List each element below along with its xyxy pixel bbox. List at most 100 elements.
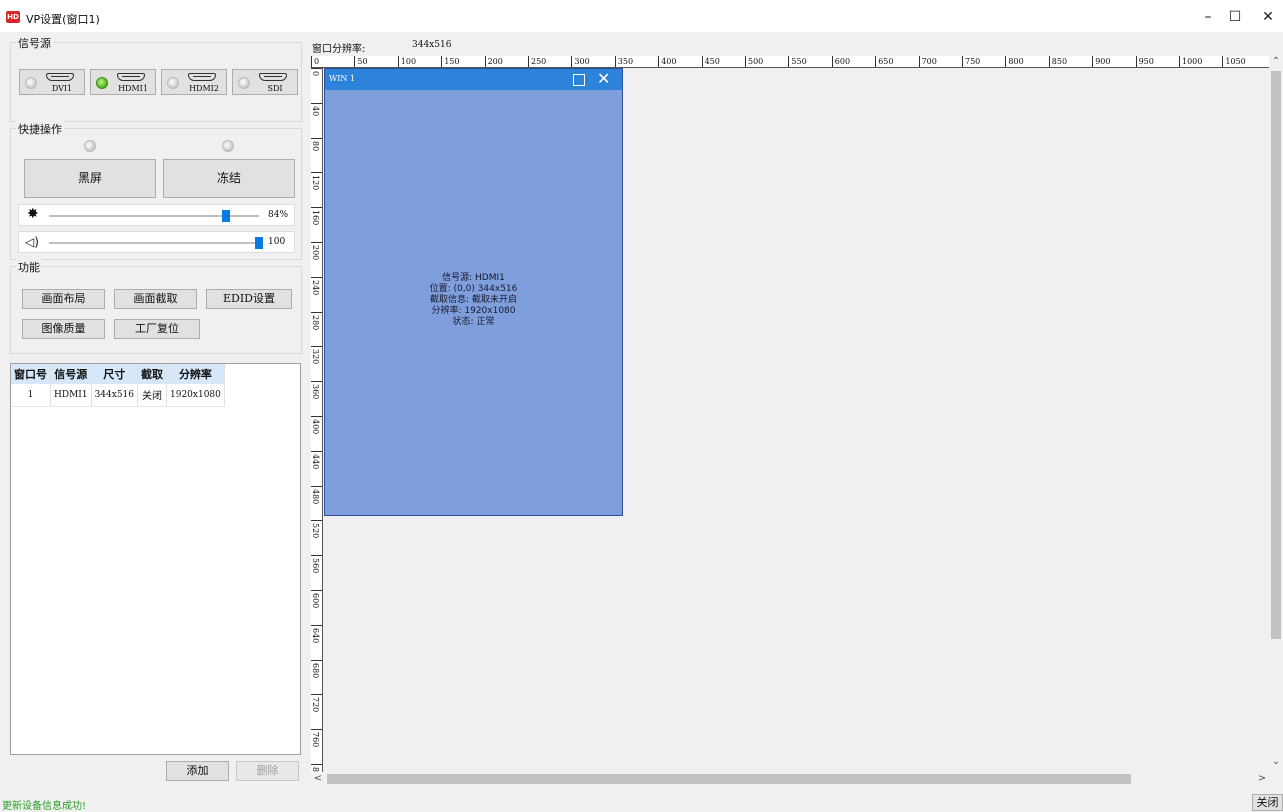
quick-group-title: 快捷操作 — [16, 121, 64, 137]
resolution-value: 344x516 — [412, 40, 452, 50]
freeze-led-icon — [222, 140, 234, 152]
connector-icon — [117, 73, 145, 81]
info-line: 位置: (0,0) 344x516 — [429, 284, 518, 294]
ruler-tick: 520 — [311, 520, 322, 554]
volume-slider[interactable] — [255, 237, 263, 249]
scroll-up-icon[interactable]: ⌃ — [1269, 56, 1283, 67]
capture-button[interactable]: 画面截取 — [114, 289, 197, 309]
column-header[interactable]: 尺寸 — [91, 364, 139, 384]
scroll-right-icon[interactable]: > — [1255, 773, 1269, 784]
window-1-info: 信号源: HDMI1 位置: (0,0) 344x516 截取信息: 截取未开启… — [325, 273, 622, 328]
window-1-titlebar[interactable]: WIN 1 ✕ — [325, 69, 622, 90]
ruler-tick: 320 — [311, 346, 322, 380]
ruler-tick: 640 — [311, 624, 322, 659]
ruler-tick: 560 — [311, 555, 322, 589]
column-header[interactable]: 窗口号 — [11, 364, 51, 384]
app-icon: HD — [6, 11, 20, 23]
add-window-button[interactable]: 添加 — [166, 761, 229, 781]
maximize-button[interactable]: ☐ — [1220, 6, 1250, 28]
ruler-tick: 720 — [311, 694, 322, 728]
black-screen-button[interactable]: 黑屏 — [24, 159, 156, 198]
close-window-button[interactable]: ✕ — [1253, 6, 1283, 28]
source-button-dvi1[interactable]: DVI1 — [19, 69, 85, 95]
freeze-button[interactable]: 冻结 — [163, 159, 295, 198]
info-line: 截取信息: 截取未开启 — [430, 295, 517, 305]
column-header[interactable]: 分辨率 — [166, 364, 225, 384]
window-1[interactable]: WIN 1 ✕ 信号源: HDMI1 位置: (0,0) 344x516 截取信… — [324, 68, 623, 516]
ruler-tick: 480 — [311, 485, 322, 520]
ruler-tick-label: 240 — [311, 279, 320, 296]
column-header[interactable]: 信号源 — [50, 364, 92, 384]
table-row[interactable]: 1 HDMI1 344x516 关闭 1920x1080 — [11, 384, 225, 407]
status-bar: 更新设备信息成功! — [0, 795, 1283, 812]
ruler-tick-label: 600 — [831, 56, 850, 67]
ruler-tick-label: 300 — [571, 56, 590, 67]
ruler-tick-label: 150 — [441, 56, 459, 67]
connector-icon — [259, 73, 287, 81]
ruler-tick-label: 350 — [614, 56, 633, 67]
speaker-icon: ◁) — [25, 235, 39, 249]
ruler-tick-label: 450 — [701, 56, 720, 67]
ruler-tick-label: 400 — [311, 419, 320, 435]
brightness-slider[interactable] — [222, 210, 230, 222]
ruler-tick-label: 900 — [1092, 56, 1110, 67]
ruler-tick-label: 680 — [311, 662, 320, 678]
function-group-title: 功能 — [16, 259, 42, 275]
ruler-tick: 160 — [311, 207, 322, 241]
ruler-tick: 40 — [311, 102, 322, 137]
ruler-tick-label: 750 — [962, 56, 980, 67]
edid-settings-button[interactable]: EDID设置 — [206, 289, 292, 309]
horizontal-ruler: 0 50 100 150 200 250 300 350 400 450 500 550 600 650 7… — [311, 56, 1269, 68]
column-header[interactable]: 截取 — [137, 364, 167, 384]
source-button-hdmi1[interactable]: HDMI1 — [90, 69, 156, 95]
source-button-hdmi2[interactable]: HDMI2 — [161, 69, 227, 95]
image-quality-button[interactable]: 图像质量 — [22, 319, 105, 339]
ruler-tick: 440 — [311, 450, 322, 485]
table-cell: 1 — [11, 384, 51, 407]
vertical-scroll-thumb[interactable] — [1271, 71, 1281, 639]
ruler-tick-label: 160 — [311, 210, 320, 226]
ruler-tick-label: 950 — [1135, 56, 1154, 67]
source-label: SDI — [267, 84, 283, 93]
ruler-tick: 280 — [311, 311, 322, 346]
ruler-tick-label: 250 — [528, 56, 546, 67]
window-table: 窗口号 信号源 尺寸 截取 分辨率 1 HDMI1 344x516 关闭 192… — [10, 363, 301, 755]
status-message: 更新设备信息成功! — [2, 801, 87, 812]
source-led-icon — [167, 77, 179, 89]
vertical-scrollbar[interactable]: ⌃ ⌄ — [1269, 56, 1283, 772]
factory-reset-button[interactable]: 工厂复位 — [114, 319, 200, 339]
ruler-tick-label: 600 — [311, 593, 320, 609]
minimize-button[interactable]: – — [1193, 6, 1223, 28]
ruler-tick-label: 700 — [918, 56, 937, 67]
ruler-tick: 80 — [311, 764, 322, 772]
source-button-sdi[interactable]: SDI — [232, 69, 298, 95]
ruler-tick-label: 760 — [311, 732, 320, 748]
close-button[interactable]: 关闭 — [1252, 794, 1283, 811]
ruler-tick-label: 550 — [788, 56, 807, 67]
info-line: 信号源: HDMI1 — [442, 273, 505, 283]
horizontal-scroll-thumb[interactable] — [327, 774, 1131, 784]
ruler-tick-label: 850 — [1048, 56, 1067, 67]
maximize-icon[interactable] — [573, 74, 585, 86]
volume-row: ◁) 100 — [18, 231, 295, 253]
ruler-tick-label: 520 — [311, 523, 320, 539]
source-label: HDMI1 — [118, 84, 148, 93]
horizontal-scrollbar[interactable]: < > — [311, 772, 1269, 786]
close-icon[interactable]: ✕ — [597, 69, 610, 89]
scroll-down-icon[interactable]: ⌄ — [1269, 756, 1283, 767]
ruler-tick-label: 100 — [397, 56, 416, 67]
ruler-tick-label: 200 — [311, 245, 320, 261]
resolution-label: 窗口分辨率: — [312, 44, 366, 55]
ruler-tick: 120 — [311, 172, 322, 206]
delete-window-button[interactable]: 删除 — [236, 761, 299, 781]
layout-button[interactable]: 画面布局 — [22, 289, 105, 309]
volume-track[interactable] — [49, 242, 259, 244]
connector-icon — [188, 73, 216, 81]
scroll-left-icon[interactable]: < — [311, 773, 325, 784]
ruler-tick: 680 — [311, 659, 322, 694]
ruler-tick-label: 640 — [311, 627, 320, 644]
ruler-tick-label: 1050 — [1222, 56, 1246, 67]
table-cell: 1920x1080 — [166, 384, 225, 407]
brightness-row: ✸ 84% — [18, 204, 295, 226]
table-cell: 关闭 — [137, 384, 167, 407]
